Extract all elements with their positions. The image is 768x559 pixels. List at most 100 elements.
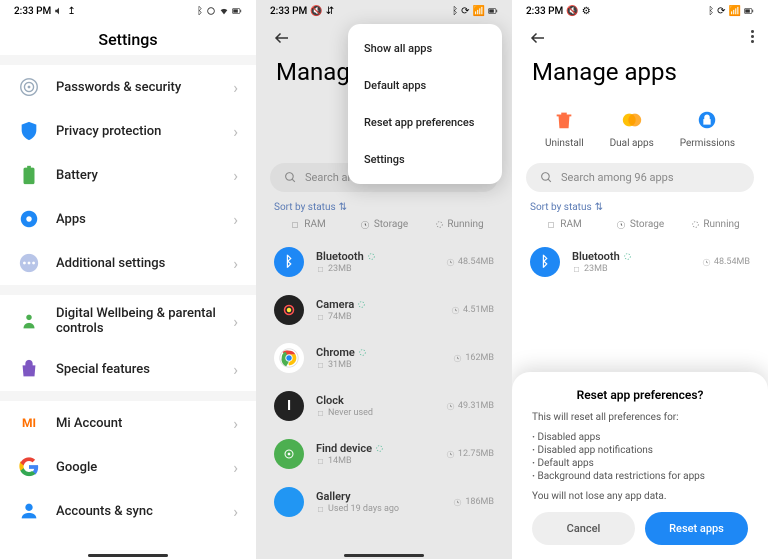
wellbeing-icon [18, 310, 40, 332]
chip-icon [546, 220, 556, 230]
dialog-list-item: Disabled apps [532, 431, 748, 444]
row-special-features[interactable]: Special features› [0, 347, 256, 391]
reset-apps-button[interactable]: Reset apps [645, 512, 748, 545]
reset-dialog: Reset app preferences? This will reset a… [512, 372, 768, 559]
filter-ram[interactable]: RAM [526, 219, 602, 230]
action-label: Dual apps [610, 138, 654, 149]
row-accounts-sync[interactable]: Accounts & sync› [0, 489, 256, 533]
running-icon [368, 253, 375, 260]
bluetooth-icon: ᛒ [708, 6, 714, 17]
chevron-right-icon: › [233, 312, 238, 331]
battery-icon [744, 6, 754, 16]
chip-icon [316, 505, 325, 514]
row-label: Privacy protection [56, 124, 233, 139]
row-battery[interactable]: Battery› [0, 153, 256, 197]
bag-icon [18, 358, 40, 380]
screen-settings: 2:33 PM↥ ᛒ Settings Passwords & security… [0, 0, 256, 559]
dots-icon [18, 252, 40, 274]
nav-handle[interactable] [344, 554, 424, 557]
search-placeholder: Search among 96 apps [561, 171, 674, 184]
search-icon [540, 171, 553, 184]
clock-icon [446, 402, 455, 411]
divider [0, 285, 256, 295]
row-label: Accounts & sync [56, 504, 233, 519]
page-title: Settings [0, 22, 256, 55]
app-row[interactable]: Find device14MB12.75MB [256, 430, 512, 478]
back-button[interactable] [270, 26, 294, 50]
status-time: 2:33 PM [14, 6, 51, 17]
chip-icon [572, 265, 581, 274]
menu-settings[interactable]: Settings [348, 141, 502, 178]
wifi-icon [219, 6, 229, 16]
battery-icon [488, 6, 498, 16]
mute-icon: 🔇 [310, 6, 322, 17]
bluetooth-icon: ᛒ [452, 6, 458, 17]
arrows-icon: ⇵ [326, 6, 334, 17]
running-icon [359, 349, 366, 356]
nav-handle[interactable] [88, 554, 168, 557]
back-button[interactable] [526, 26, 550, 50]
row-privacy-protection[interactable]: Privacy protection› [0, 109, 256, 153]
row-label: Google [56, 460, 233, 475]
search-input[interactable]: Search among 96 apps [526, 163, 754, 192]
row-apps[interactable]: Apps› [0, 197, 256, 241]
running-icon [376, 445, 383, 452]
clock-icon [616, 220, 626, 230]
app-row[interactable]: IClockNever used49.31MB [256, 382, 512, 430]
action-permissions[interactable]: Permissions [680, 106, 735, 149]
app-name: Clock [316, 394, 344, 407]
clock-icon [360, 220, 370, 230]
row-digital-wellbeing[interactable]: Digital Wellbeing & parental controls› [0, 295, 256, 347]
row-additional-settings[interactable]: Additional settings› [0, 241, 256, 285]
row-google[interactable]: Google› [0, 445, 256, 489]
action-label: Permissions [680, 138, 735, 149]
app-bluetooth[interactable]: ᛒ Bluetooth 23MB 48.54MB [512, 238, 768, 286]
filter-running[interactable]: Running [678, 219, 754, 230]
running-icon [692, 221, 699, 228]
row-mi-account[interactable]: MIMi Account› [0, 401, 256, 445]
screen-reset-dialog: 2:33 PM🔇⚙ ᛒ⟳📶 Manage apps Uninstall Dual… [512, 0, 768, 559]
app-icon: I [274, 391, 304, 421]
menu-reset-app-preferences[interactable]: Reset app preferences [348, 104, 502, 141]
fingerprint-icon [18, 76, 40, 98]
back-icon [273, 29, 291, 47]
search-icon [284, 171, 297, 184]
menu-default-apps[interactable]: Default apps [348, 67, 502, 104]
app-row[interactable]: GalleryUsed 19 days ago186MB [256, 478, 512, 526]
sort-button[interactable]: Sort by status⇅ [256, 202, 512, 219]
app-icon: ᛒ [530, 247, 560, 277]
dialog-list-item: Background data restrictions for apps [532, 470, 748, 483]
app-icon [274, 295, 304, 325]
clock-icon [453, 498, 462, 507]
app-row[interactable]: ᛒBluetooth23MB48.54MB [256, 238, 512, 286]
sort-icon: ⇅ [339, 202, 347, 213]
dialog-note: You will not lose any app data. [532, 491, 748, 502]
filter-ram[interactable]: RAM [270, 219, 346, 230]
chevron-right-icon: › [233, 414, 238, 433]
sort-button[interactable]: Sort by status⇅ [512, 202, 768, 219]
action-uninstall[interactable]: Uninstall [545, 106, 584, 149]
filter-storage[interactable]: Storage [602, 219, 678, 230]
chip-icon [316, 409, 325, 418]
action-dual-apps[interactable]: Dual apps [610, 106, 654, 149]
battery-icon [232, 6, 242, 16]
filter-storage[interactable]: Storage [346, 219, 422, 230]
app-name: Gallery [316, 490, 351, 503]
filter-running[interactable]: Running [422, 219, 498, 230]
status-bar: 2:33 PM↥ ᛒ [0, 0, 256, 22]
chevron-right-icon: › [233, 360, 238, 379]
app-icon [274, 439, 304, 469]
upload-icon: ↥ [67, 6, 75, 17]
menu-show-all-apps[interactable]: Show all apps [348, 30, 502, 67]
app-row[interactable]: Camera74MB4.51MB [256, 286, 512, 334]
cancel-button[interactable]: Cancel [532, 512, 635, 545]
row-label: Passwords & security [56, 80, 233, 95]
chip-icon [316, 265, 325, 274]
row-passwords-security[interactable]: Passwords & security› [0, 65, 256, 109]
mute-icon [54, 6, 64, 16]
permissions-icon [693, 106, 721, 134]
overflow-button[interactable] [751, 30, 754, 43]
app-name: Camera [316, 298, 354, 311]
row-label: Digital Wellbeing & parental controls [56, 306, 233, 336]
app-row[interactable]: Chrome31MB162MB [256, 334, 512, 382]
